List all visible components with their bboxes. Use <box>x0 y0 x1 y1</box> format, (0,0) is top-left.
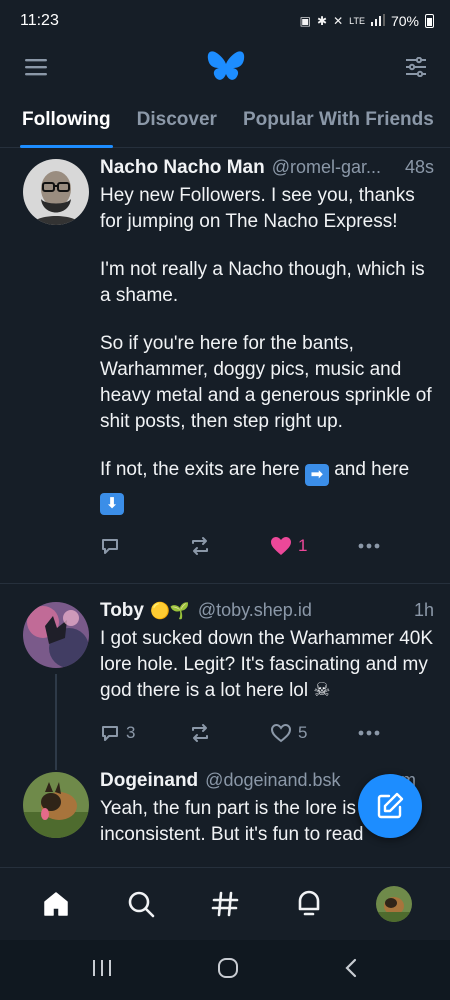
repost-button[interactable] <box>188 536 270 556</box>
ellipsis-icon <box>358 730 380 736</box>
reply-button[interactable] <box>100 536 188 556</box>
post-text: If not, the exits are here <box>100 459 300 480</box>
skull-emoji-icon: ☠ <box>313 680 331 701</box>
hamburger-menu-icon[interactable] <box>22 53 50 81</box>
name-emoji: 🟡🌱 <box>149 603 190 620</box>
thread-line <box>55 674 57 770</box>
post-nacho[interactable]: Nacho Nacho Man @romel-gar... 48s Hey ne… <box>0 149 450 571</box>
post-actions: 3 5 <box>100 708 434 758</box>
notifications-icon[interactable] <box>281 876 337 932</box>
system-nav-bar <box>0 940 450 1000</box>
lte-signal-icon: LTE <box>349 16 365 26</box>
avatar <box>375 885 412 922</box>
butterfly-logo-icon[interactable] <box>206 47 246 87</box>
heart-filled-icon <box>271 537 291 555</box>
reply-count: 3 <box>126 723 136 742</box>
post-text: I got sucked down the Warhammer 40K lore… <box>100 628 434 701</box>
heart-outline-icon <box>270 723 292 743</box>
post-header: Toby 🟡🌱 @toby.shep.id 1h <box>100 600 434 622</box>
battery-percent: 70% <box>390 13 419 29</box>
repost-icon <box>192 537 208 555</box>
sliders-icon[interactable] <box>402 53 430 81</box>
avatar[interactable] <box>23 159 89 225</box>
back-chevron-icon[interactable] <box>343 957 359 984</box>
post-header: Nacho Nacho Man @romel-gar... 48s <box>100 157 434 179</box>
arrow-right-emoji-icon: ➡ <box>304 464 329 486</box>
ellipsis-icon <box>358 543 380 549</box>
post-paragraph: I'm not really a Nacho though, which is … <box>100 259 425 306</box>
bluetooth-icon: ✱ <box>317 14 328 28</box>
reply-icon <box>102 539 118 554</box>
reply-icon <box>102 726 118 741</box>
recent-apps-icon[interactable] <box>91 958 113 983</box>
author-handle[interactable]: @toby.shep.id <box>198 600 312 621</box>
post-body: I got sucked down the Warhammer 40K lore… <box>100 626 434 704</box>
tab-popular-with-friends[interactable]: Popular With Friends <box>243 92 434 148</box>
like-count: 1 <box>298 536 308 555</box>
like-count: 5 <box>298 723 308 742</box>
tab-following[interactable]: Following <box>20 92 113 148</box>
post-toby[interactable]: Toby 🟡🌱 @toby.shep.id 1h I got sucked do… <box>0 584 450 770</box>
feed[interactable]: Nacho Nacho Man @romel-gar... 48s Hey ne… <box>0 149 450 867</box>
author-name[interactable]: Toby <box>100 600 144 622</box>
author-name[interactable]: Nacho Nacho Man <box>100 157 265 179</box>
post-body: Hey new Followers. I see you, thanks for… <box>100 183 434 515</box>
signal-bars-icon <box>370 13 385 29</box>
arrow-down-emoji-icon: ⬇ <box>100 493 124 515</box>
author-handle[interactable]: @dogeinand.bsk <box>205 770 340 791</box>
status-bar: 11:23 ▣ ✱ ✕ LTE 70% <box>0 0 450 42</box>
post-paragraph: Hey new Followers. I see you, thanks for… <box>100 185 415 232</box>
like-button[interactable]: 1 <box>270 536 358 556</box>
status-time: 11:23 <box>20 12 59 29</box>
post-paragraph: If not, the exits are here ➡ and here ⬇ <box>100 457 434 515</box>
feed-tabs: Following Discover Popular With Friends <box>0 92 450 148</box>
profile-avatar[interactable] <box>366 876 422 932</box>
bottom-nav <box>0 867 450 939</box>
app-header <box>0 42 450 92</box>
battery-icon <box>425 14 434 28</box>
more-options-button[interactable] <box>358 543 380 549</box>
post-paragraph: So if you're here for the bants, Warhamm… <box>100 333 432 432</box>
post-actions: 1 <box>100 521 434 571</box>
author-handle[interactable]: @romel-gar... <box>272 157 381 178</box>
compose-button[interactable] <box>358 774 422 838</box>
search-icon[interactable] <box>113 876 169 932</box>
avatar[interactable] <box>23 772 89 838</box>
like-button[interactable]: 5 <box>270 723 358 743</box>
home-icon[interactable] <box>28 876 84 932</box>
author-name[interactable]: Dogeinand <box>100 770 198 792</box>
lock-icon: ▣ <box>299 14 311 28</box>
post-text: and here <box>334 459 410 480</box>
status-icons: ▣ ✱ ✕ LTE 70% <box>300 13 434 29</box>
mute-icon: ✕ <box>333 14 344 28</box>
more-options-button[interactable] <box>358 730 380 736</box>
avatar[interactable] <box>23 602 89 668</box>
reply-button[interactable]: 3 <box>100 723 188 743</box>
hashtag-feeds-icon[interactable] <box>197 876 253 932</box>
post-time: 1h <box>413 600 434 620</box>
compose-pencil-icon <box>377 792 404 819</box>
home-circle-icon[interactable] <box>216 956 240 985</box>
repost-button[interactable] <box>188 723 270 743</box>
tab-discover[interactable]: Discover <box>137 92 217 148</box>
repost-icon <box>192 724 208 742</box>
post-time: 48s <box>404 157 434 177</box>
